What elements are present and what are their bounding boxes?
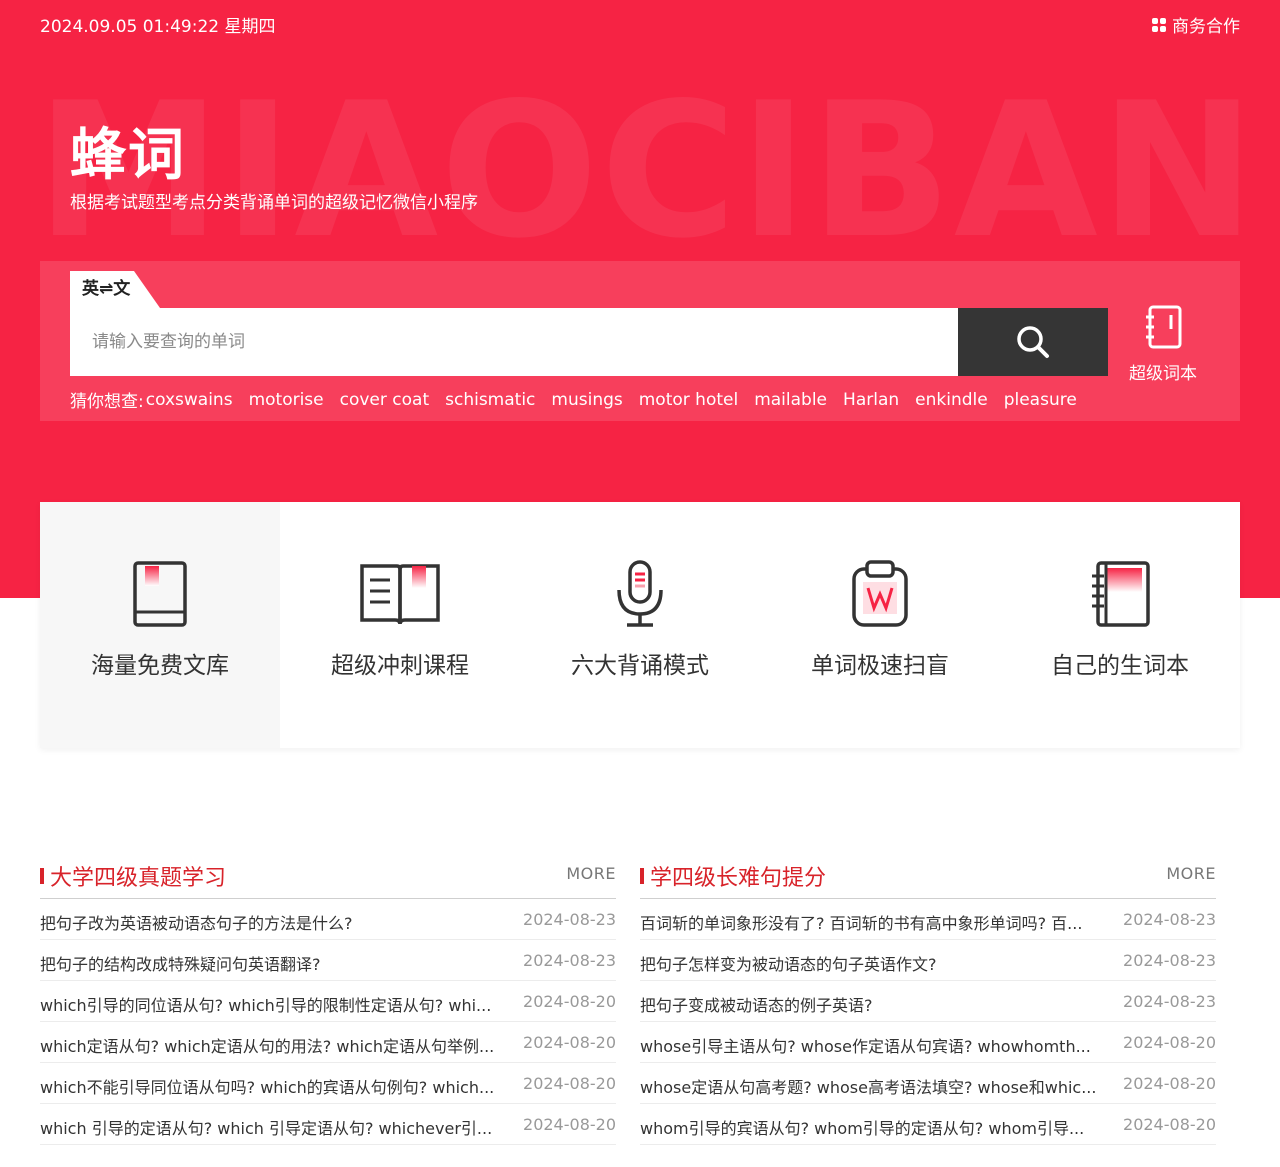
news-item[interactable]: 把句子变成被动语态的例子英语? 2024-08-23 xyxy=(640,981,1216,1022)
news-section-title: 学四级长难句提分 xyxy=(650,866,827,891)
news-title: 把句子改为英语被动语态句子的方法是什么? xyxy=(40,914,353,933)
suggestion-word[interactable]: Harlan xyxy=(843,390,899,410)
news-list: 把句子改为英语被动语态句子的方法是什么? 2024-08-23 把句子的结构改成特… xyxy=(40,899,616,1145)
news-title: 把句子的结构改成特殊疑问句英语翻译? xyxy=(40,955,321,974)
top-bar: 2024.09.05 01:49:22 星期四 商务合作 xyxy=(40,12,1240,37)
news-section-long-sentences: 学四级长难句提分 MORE 百词斩的单词象形没有了? 百词斩的书有高中象形单词吗… xyxy=(640,860,1216,1145)
news-list: 百词斩的单词象形没有了? 百词斩的书有高中象形单词吗? 百... 2024-08-… xyxy=(640,899,1216,1145)
news-title: whose引导主语从句? whose作定语从句宾语? whowhomth... xyxy=(640,1037,1091,1056)
suggestion-word[interactable]: coxswains xyxy=(146,390,233,410)
news-date: 2024-08-20 xyxy=(1123,1074,1216,1093)
news-date: 2024-08-20 xyxy=(523,1115,616,1134)
super-vocab-button[interactable]: 超级词本 xyxy=(1126,305,1200,384)
notebook-icon xyxy=(1092,561,1150,627)
title-accent-bar xyxy=(40,868,44,884)
more-link[interactable]: MORE xyxy=(566,864,616,883)
feature-quick-scan[interactable]: 单词极速扫盲 xyxy=(760,502,1000,748)
language-toggle-tab[interactable]: 英⇌文 xyxy=(70,271,160,308)
news-title: whose定语从句高考题? whose高考语法填空? whose和whic... xyxy=(640,1078,1097,1097)
more-link[interactable]: MORE xyxy=(1166,864,1216,883)
news-date: 2024-08-23 xyxy=(523,951,616,970)
news-title: which不能引导同位语从句吗? which的宾语从句例句? which... xyxy=(40,1078,495,1097)
feature-free-library[interactable]: 海量免费文库 xyxy=(40,502,280,748)
suggestion-word[interactable]: schismatic xyxy=(445,390,535,410)
news-item[interactable]: whom引导的宾语从句? whom引导的定语从句? whom引导... 2024-… xyxy=(640,1104,1216,1145)
feature-label: 超级冲刺课程 xyxy=(331,653,469,679)
suggestion-word[interactable]: pleasure xyxy=(1004,390,1077,410)
brand-watermark: MIAOCIBANG xyxy=(36,78,1240,264)
news-section-title: 大学四级真题学习 xyxy=(50,866,227,891)
news-title: which 引导的定语从句? which 引导定语从句? whichever引.… xyxy=(40,1119,493,1138)
news-date: 2024-08-20 xyxy=(1123,1115,1216,1134)
news-date: 2024-08-20 xyxy=(523,992,616,1011)
business-cooperation-label: 商务合作 xyxy=(1172,17,1240,37)
news-date: 2024-08-23 xyxy=(1123,992,1216,1011)
suggestion-label: 猜你想查: xyxy=(70,392,144,412)
suggestion-word[interactable]: cover coat xyxy=(340,390,430,410)
search-panel: 英⇌文 超级词本 猜你想查: coxswains motorise cover … xyxy=(40,261,1240,421)
suggestion-word[interactable]: mailable xyxy=(754,390,827,410)
search-button[interactable] xyxy=(958,308,1108,376)
news-section-header: 学四级长难句提分 MORE xyxy=(640,860,1216,899)
news-item[interactable]: 把句子的结构改成特殊疑问句英语翻译? 2024-08-23 xyxy=(40,940,616,981)
news-date: 2024-08-20 xyxy=(523,1033,616,1052)
grid-icon xyxy=(1152,17,1166,32)
news-item[interactable]: 把句子怎样变为被动语态的句子英语作文? 2024-08-23 xyxy=(640,940,1216,981)
news-title: 百词斩的单词象形没有了? 百词斩的书有高中象形单词吗? 百... xyxy=(640,914,1083,933)
search-icon xyxy=(1017,326,1049,358)
news-date: 2024-08-23 xyxy=(523,910,616,929)
title-accent-bar xyxy=(640,868,644,884)
news-item[interactable]: 把句子改为英语被动语态句子的方法是什么? 2024-08-23 xyxy=(40,899,616,940)
feature-sprint-course[interactable]: 超级冲刺课程 xyxy=(280,502,520,748)
news-date: 2024-08-23 xyxy=(1123,910,1216,929)
open-book-icon xyxy=(360,564,440,625)
news-date: 2024-08-23 xyxy=(1123,951,1216,970)
news-section-cet4-real-tests: 大学四级真题学习 MORE 把句子改为英语被动语态句子的方法是什么? 2024-0… xyxy=(40,860,616,1145)
suggestion-word[interactable]: musings xyxy=(551,390,622,410)
current-datetime: 2024.09.05 01:49:22 星期四 xyxy=(40,17,276,37)
feature-label: 单词极速扫盲 xyxy=(811,653,949,679)
vocab-notebook-icon xyxy=(1146,305,1182,349)
brand-slogan: 根据考试题型考点分类背诵单词的超级记忆微信小程序 xyxy=(70,193,478,213)
feature-my-vocab[interactable]: 自己的生词本 xyxy=(1000,502,1240,748)
business-cooperation-link[interactable]: 商务合作 xyxy=(1152,12,1240,37)
suggestion-word[interactable]: motorise xyxy=(249,390,324,410)
brand-logo-text: 蜂词 xyxy=(70,123,186,188)
news-item[interactable]: whose引导主语从句? whose作定语从句宾语? whowhomth... 2… xyxy=(640,1022,1216,1063)
news-date: 2024-08-20 xyxy=(523,1074,616,1093)
news-item[interactable]: which 引导的定语从句? which 引导定语从句? whichever引.… xyxy=(40,1104,616,1145)
news-item[interactable]: which引导的同位语从句? which引导的限制性定语从句? whi... 20… xyxy=(40,981,616,1022)
news-title: 把句子变成被动语态的例子英语? xyxy=(640,996,873,1015)
feature-label: 六大背诵模式 xyxy=(571,653,709,679)
suggestion-row: 猜你想查: coxswains motorise cover coat schi… xyxy=(70,387,1093,413)
news-title: which引导的同位语从句? which引导的限制性定语从句? whi... xyxy=(40,996,492,1015)
news-item[interactable]: whose定语从句高考题? whose高考语法填空? whose和whic...… xyxy=(640,1063,1216,1104)
news-title: 把句子怎样变为被动语态的句子英语作文? xyxy=(640,955,937,974)
news-date: 2024-08-20 xyxy=(1123,1033,1216,1052)
microphone-icon xyxy=(617,560,663,627)
news-item[interactable]: which定语从句? which定语从句的用法? which定语从句举例... 2… xyxy=(40,1022,616,1063)
word-clipboard-icon xyxy=(852,560,908,627)
news-item[interactable]: which不能引导同位语从句吗? which的宾语从句例句? which... 2… xyxy=(40,1063,616,1104)
feature-grid: 海量免费文库 超级冲刺课程 六大背诵模式 单词极速扫盲 自己的生词本 xyxy=(40,502,1240,748)
suggestion-word[interactable]: enkindle xyxy=(915,390,988,410)
feature-label: 自己的生词本 xyxy=(1051,653,1189,679)
news-item[interactable]: 百词斩的单词象形没有了? 百词斩的书有高中象形单词吗? 百... 2024-08-… xyxy=(640,899,1216,940)
super-vocab-label: 超级词本 xyxy=(1129,364,1197,384)
suggestion-word[interactable]: motor hotel xyxy=(639,390,738,410)
news-section-header: 大学四级真题学习 MORE xyxy=(40,860,616,899)
search-input[interactable] xyxy=(70,308,958,376)
news-title: which定语从句? which定语从句的用法? which定语从句举例... xyxy=(40,1037,495,1056)
news-title: whom引导的宾语从句? whom引导的定语从句? whom引导... xyxy=(640,1119,1085,1138)
feature-recite-modes[interactable]: 六大背诵模式 xyxy=(520,502,760,748)
book-icon xyxy=(133,561,187,627)
feature-label: 海量免费文库 xyxy=(91,653,229,679)
